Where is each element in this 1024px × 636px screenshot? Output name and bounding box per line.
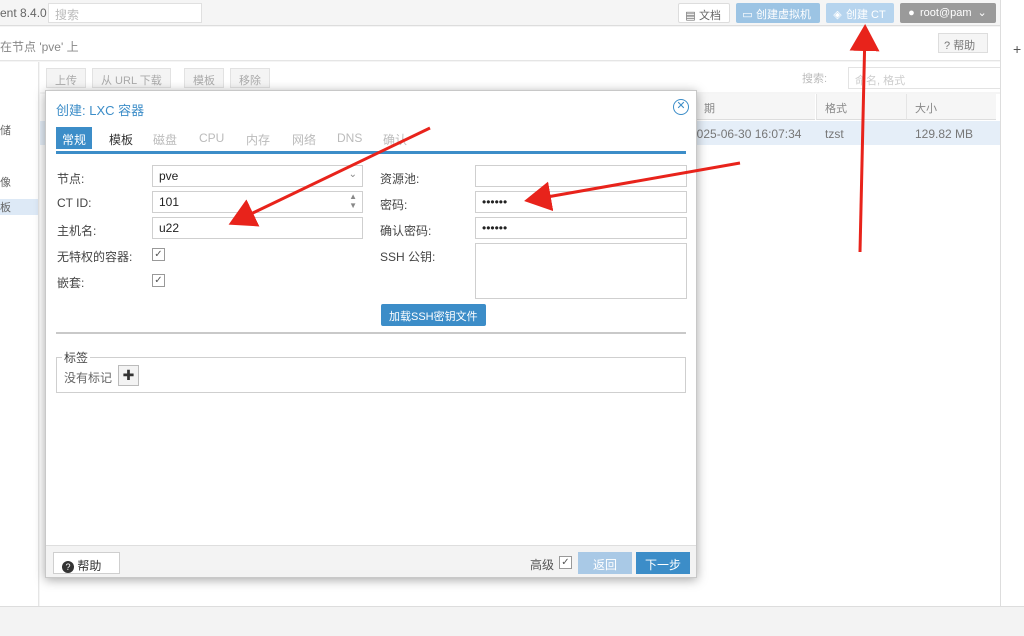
- advanced-checkbox[interactable]: ✓: [559, 556, 572, 569]
- create-lxc-dialog: 创建: LXC 容器 ✕ 常规 模板 磁盘 CPU 内存 网络 DNS 确认 节…: [45, 90, 697, 578]
- download-url-button[interactable]: 从 URL 下载: [92, 68, 171, 88]
- next-button[interactable]: 下一步: [636, 552, 690, 574]
- unprivileged-label: 无特权的容器:: [57, 250, 133, 264]
- documentation-label: 文档: [699, 10, 721, 22]
- cube-icon: ◈: [833, 9, 842, 21]
- tab-disk[interactable]: 磁盘: [147, 127, 183, 149]
- chevron-down-icon: ⌄: [348, 169, 357, 180]
- global-search-input[interactable]: 搜索: [48, 3, 202, 23]
- chevron-down-icon: ⌄: [977, 7, 987, 19]
- resource-tree: 储 像 板: [0, 62, 39, 606]
- tree-item-images[interactable]: 像: [0, 174, 11, 190]
- product-version: ent 8.4.0: [0, 6, 47, 20]
- tab-confirm[interactable]: 确认: [377, 127, 413, 149]
- load-ssh-key-button[interactable]: 加载SSH密钥文件: [381, 304, 486, 326]
- node-value: pve: [159, 169, 179, 183]
- monitor-icon: ▭: [742, 9, 753, 21]
- create-ct-label: 创建 CT: [846, 9, 886, 21]
- help-label: 帮助: [77, 559, 102, 573]
- nesting-checkbox[interactable]: ✓: [152, 274, 165, 287]
- column-header-format[interactable]: 格式: [816, 94, 906, 120]
- book-icon: ▤: [685, 10, 696, 22]
- right-panel: [1000, 0, 1024, 606]
- unprivileged-checkbox[interactable]: ✓: [152, 248, 165, 261]
- help-label: 帮助: [953, 40, 976, 52]
- pool-label: 资源池:: [380, 172, 420, 186]
- plus-icon[interactable]: +: [1013, 41, 1021, 57]
- question-icon: ?: [62, 561, 74, 573]
- tab-cpu[interactable]: CPU: [193, 127, 230, 149]
- dialog-title: 创建: LXC 容器: [56, 103, 145, 118]
- tab-template[interactable]: 模板: [103, 127, 139, 149]
- column-header-date[interactable]: 期: [695, 94, 815, 120]
- create-vm-button[interactable]: ▭ 创建虚拟机: [736, 3, 820, 23]
- user-menu-button[interactable]: ● root@pam ⌄: [900, 3, 996, 23]
- pool-select[interactable]: [475, 165, 687, 187]
- tab-dns[interactable]: DNS: [331, 127, 368, 149]
- ctid-value: 101: [159, 195, 180, 209]
- spinner-arrows-icon[interactable]: ▲ ▼: [349, 192, 357, 210]
- confirm-password-field[interactable]: ••••••: [475, 217, 687, 239]
- tree-item-storage[interactable]: 储: [0, 122, 11, 138]
- node-select[interactable]: pve ⌄: [152, 165, 363, 187]
- content-header: 在节点 'pve' 上 ? 帮助: [0, 27, 1000, 61]
- content-search-input[interactable]: 命名, 格式: [848, 67, 1024, 89]
- hostname-label: 主机名:: [57, 224, 97, 238]
- advanced-label: 高级: [530, 558, 555, 572]
- close-icon[interactable]: ✕: [673, 99, 689, 115]
- node-label: 节点:: [57, 172, 85, 186]
- tab-network[interactable]: 网络: [286, 127, 322, 149]
- cell-date: 2025-06-30 16:07:34: [690, 127, 802, 141]
- tree-item-templates[interactable]: 板: [0, 199, 38, 215]
- confirm-password-label: 确认密码:: [380, 224, 432, 238]
- dialog-footer: ? 帮助 高级 ✓ 返回 下一步: [46, 545, 696, 577]
- tab-underline: [56, 151, 686, 154]
- hostname-input[interactable]: u22: [152, 217, 363, 239]
- plus-icon: ✚: [122, 367, 135, 383]
- page-title: 在节点 'pve' 上: [0, 40, 79, 54]
- user-icon: ●: [908, 7, 915, 19]
- templates-button[interactable]: 模板: [184, 68, 224, 88]
- cell-format: tzst: [825, 127, 844, 141]
- content-toolbar: 上传 从 URL 下载 模板 移除 搜索: 命名, 格式: [40, 62, 1024, 92]
- dialog-header: 创建: LXC 容器 ✕: [46, 91, 696, 123]
- divider: [56, 332, 686, 334]
- password-field[interactable]: ••••••: [475, 191, 687, 213]
- log-panel: [0, 606, 1024, 636]
- header-help-button[interactable]: ? 帮助: [938, 33, 988, 53]
- top-bar: ent 8.4.0 搜索 ▤ 文档 ▭ 创建虚拟机 ◈ 创建 CT ● root@pam…: [0, 0, 1000, 26]
- ssh-key-label: SSH 公钥:: [380, 250, 436, 264]
- tags-fieldset: [56, 357, 686, 393]
- password-label: 密码:: [380, 198, 408, 212]
- no-tags-text: 没有标记: [64, 371, 113, 385]
- search-label: 搜索:: [802, 73, 828, 85]
- user-label: root@pam: [920, 7, 972, 19]
- ctid-stepper[interactable]: 101 ▲ ▼: [152, 191, 363, 213]
- tags-legend: 标签: [62, 349, 91, 366]
- question-icon: ?: [944, 40, 951, 52]
- documentation-button[interactable]: ▤ 文档: [678, 3, 730, 23]
- wizard-tabs: 常规 模板 磁盘 CPU 内存 网络 DNS 确认: [46, 127, 696, 151]
- ssh-key-textarea[interactable]: [475, 243, 687, 299]
- back-button[interactable]: 返回: [578, 552, 632, 574]
- upload-button[interactable]: 上传: [46, 68, 86, 88]
- add-tag-button[interactable]: ✚: [118, 365, 139, 386]
- nesting-label: 嵌套:: [57, 276, 85, 290]
- cell-size: 129.82 MB: [915, 127, 974, 141]
- create-ct-button[interactable]: ◈ 创建 CT: [826, 3, 894, 23]
- tab-memory[interactable]: 内存: [240, 127, 276, 149]
- help-button[interactable]: ? 帮助: [53, 552, 120, 574]
- ctid-label: CT ID:: [57, 196, 92, 210]
- remove-button[interactable]: 移除: [230, 68, 270, 88]
- tab-general[interactable]: 常规: [56, 127, 93, 149]
- create-vm-label: 创建虚拟机: [756, 9, 811, 21]
- column-header-size[interactable]: 大小: [906, 94, 996, 120]
